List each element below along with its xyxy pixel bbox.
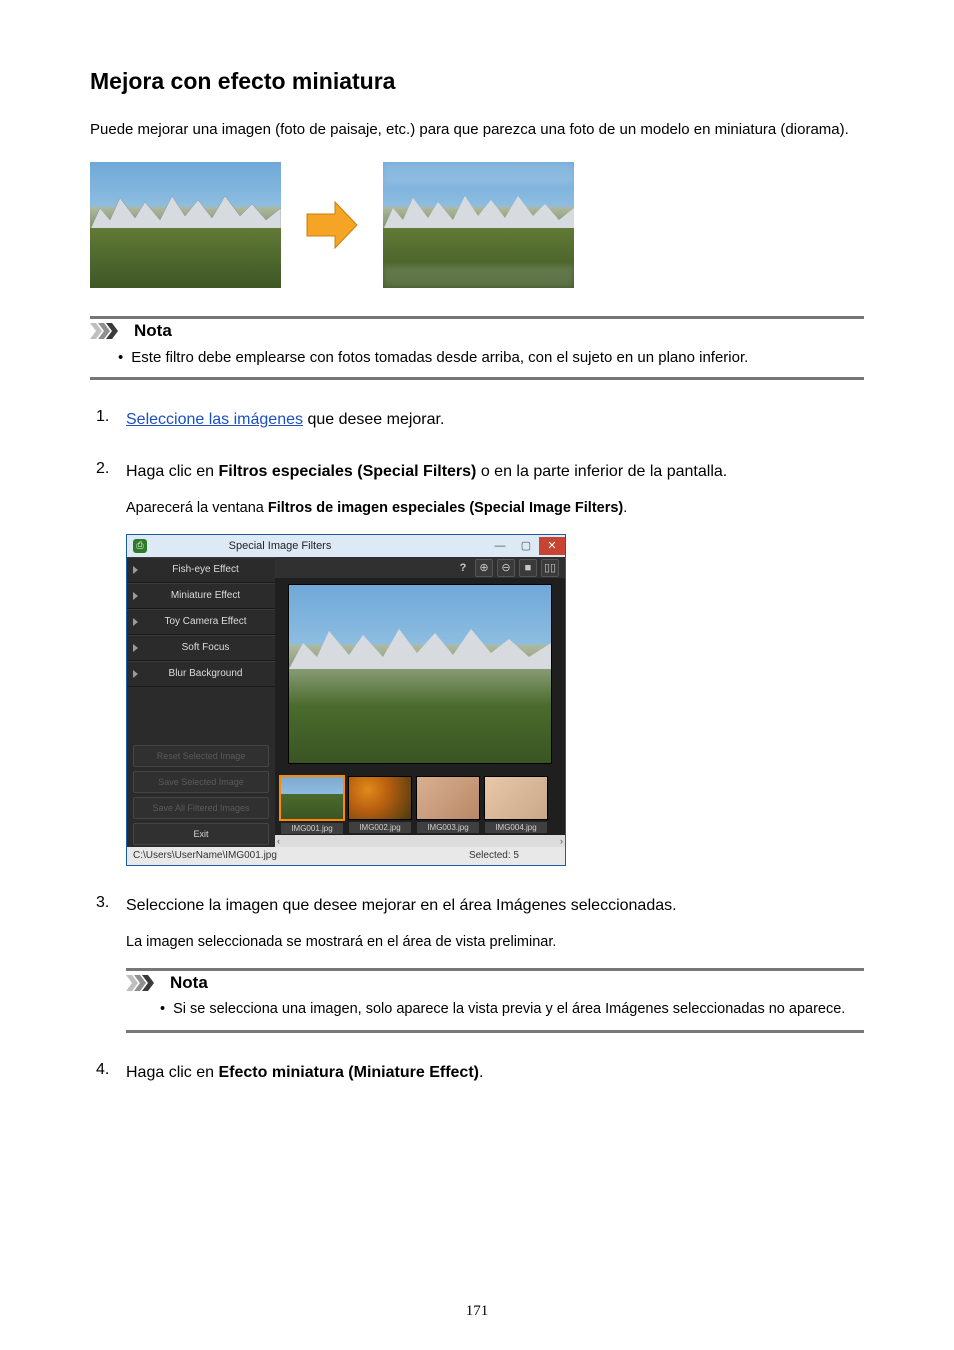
compare-icon[interactable]: ▯▯: [541, 559, 559, 577]
page-number: 171: [0, 1303, 954, 1320]
thumbnail-4[interactable]: IMG004.jpg: [485, 776, 547, 833]
example-image-after: [383, 162, 574, 288]
status-path: C:\Users\UserName\IMG001.jpg: [133, 850, 277, 861]
status-bar: C:\Users\UserName\IMG001.jpg Selected: 5: [127, 847, 565, 865]
thumb-label: IMG001.jpg: [281, 823, 343, 834]
note-chevrons-icon: [126, 975, 160, 991]
arrow-right-icon: [305, 198, 359, 252]
step-4: Haga clic en Efecto miniatura (Miniature…: [90, 1061, 864, 1085]
filter-label: Blur Background: [156, 668, 269, 679]
filter-label: Toy Camera Effect: [156, 616, 269, 627]
example-images: [90, 162, 864, 288]
select-images-link[interactable]: Seleccione las imágenes: [126, 411, 303, 428]
app-icon: ⎙: [133, 539, 147, 553]
scroll-left-icon[interactable]: ‹: [277, 836, 280, 846]
thumbnails-row: IMG001.jpg IMG002.jpg IMG003.jpg: [275, 770, 565, 835]
note-title: Nota: [134, 321, 172, 341]
intro-paragraph: Puede mejorar una imagen (foto de paisaj…: [90, 119, 864, 142]
step-1: Seleccione las imágenes que desee mejora…: [90, 408, 864, 432]
expand-icon: [133, 592, 138, 600]
save-selected-button[interactable]: Save Selected Image: [133, 771, 269, 793]
note1-text: Este filtro debe emplearse con fotos tom…: [131, 347, 748, 370]
app-window: ⎙ Special Image Filters — ▢ ✕ Fish-eye E…: [126, 534, 566, 866]
exit-button[interactable]: Exit: [133, 823, 269, 845]
filter-label: Miniature Effect: [156, 590, 269, 601]
preview-area: [275, 578, 565, 770]
step2-bold: Filtros especiales (Special Filters): [219, 463, 477, 480]
bullet-icon: •: [118, 347, 123, 370]
scroll-right-icon[interactable]: ›: [560, 836, 563, 846]
help-icon[interactable]: ?: [455, 560, 471, 576]
filter-item-blurbg[interactable]: Blur Background: [127, 661, 275, 687]
step3-note-text: Si se selecciona una imagen, solo aparec…: [173, 999, 845, 1021]
step2-sub-bold: Filtros de imagen especiales (Special Im…: [268, 500, 623, 516]
minimize-button[interactable]: —: [487, 537, 513, 555]
expand-icon: [133, 618, 138, 626]
thumb-label: IMG003.jpg: [417, 822, 479, 833]
thumbnail-1[interactable]: IMG001.jpg: [281, 775, 343, 834]
main-area: ? ⊕ ⊖ ■ ▯▯: [275, 557, 565, 847]
thumb-label: IMG002.jpg: [349, 822, 411, 833]
step3-note: Nota • Si se selecciona una imagen, solo…: [126, 968, 864, 1034]
thumbnail-3[interactable]: IMG003.jpg: [417, 776, 479, 833]
zoom-out-icon[interactable]: ⊖: [497, 559, 515, 577]
thumb-label: IMG004.jpg: [485, 822, 547, 833]
step4-text-a: Haga clic en: [126, 1064, 219, 1081]
step4-bold: Efecto miniatura (Miniature Effect): [219, 1064, 479, 1081]
status-selected-count: Selected: 5: [469, 850, 519, 861]
step2-sub-a: Aparecerá la ventana: [126, 500, 268, 516]
maximize-button[interactable]: ▢: [513, 537, 539, 555]
window-title: Special Image Filters: [153, 540, 487, 552]
filter-sidebar: Fish-eye Effect Miniature Effect Toy Cam…: [127, 557, 275, 847]
expand-icon: [133, 566, 138, 574]
step-3: Seleccione la imagen que desee mejorar e…: [90, 894, 864, 1034]
window-titlebar: ⎙ Special Image Filters — ▢ ✕: [127, 535, 565, 557]
fit-icon[interactable]: ■: [519, 559, 537, 577]
note-chevrons-icon: [90, 323, 124, 339]
note-title: Nota: [170, 973, 208, 993]
filter-item-fisheye[interactable]: Fish-eye Effect: [127, 557, 275, 583]
thumbnail-2[interactable]: IMG002.jpg: [349, 776, 411, 833]
save-all-button[interactable]: Save All Filtered Images: [133, 797, 269, 819]
step4-text-b: .: [479, 1064, 483, 1081]
step2-text-a: Haga clic en: [126, 463, 219, 480]
filter-item-toycamera[interactable]: Toy Camera Effect: [127, 609, 275, 635]
expand-icon: [133, 644, 138, 652]
step3-sub: La imagen seleccionada se mostrará en el…: [126, 932, 864, 954]
step2-text-b: o en la parte inferior de la pantalla.: [476, 463, 727, 480]
bullet-icon: •: [160, 999, 165, 1021]
preview-toolbar: ? ⊕ ⊖ ■ ▯▯: [275, 557, 565, 579]
close-button[interactable]: ✕: [539, 537, 565, 555]
reset-selected-button[interactable]: Reset Selected Image: [133, 745, 269, 767]
note-block: Nota • Este filtro debe emplearse con fo…: [90, 316, 864, 381]
expand-icon: [133, 670, 138, 678]
filter-label: Fish-eye Effect: [156, 564, 269, 575]
filter-label: Soft Focus: [156, 642, 269, 653]
filter-item-miniature[interactable]: Miniature Effect: [127, 583, 275, 609]
zoom-in-icon[interactable]: ⊕: [475, 559, 493, 577]
step1-rest: que desee mejorar.: [303, 411, 444, 428]
preview-image: [288, 584, 552, 764]
step-2: Haga clic en Filtros especiales (Special…: [90, 460, 864, 866]
step3-text: Seleccione la imagen que desee mejorar e…: [126, 894, 864, 918]
thumb-scrollbar[interactable]: ‹ ›: [275, 835, 565, 847]
example-image-before: [90, 162, 281, 288]
filter-item-softfocus[interactable]: Soft Focus: [127, 635, 275, 661]
step2-sub-b: .: [623, 500, 627, 516]
page-title: Mejora con efecto miniatura: [90, 68, 864, 95]
